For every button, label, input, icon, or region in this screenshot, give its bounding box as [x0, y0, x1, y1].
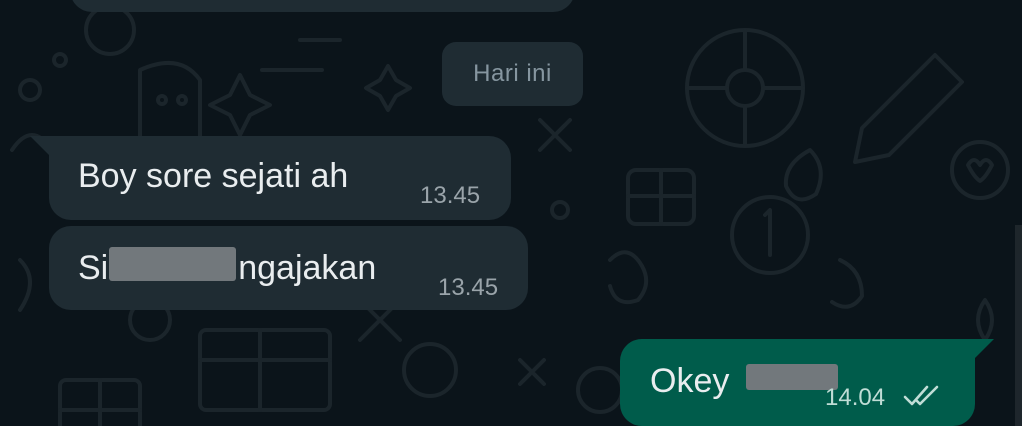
incoming-message[interactable]: Boy sore sejati ah 13.45: [49, 136, 511, 220]
message-time: 13.45: [438, 274, 499, 301]
message-text: Boy sore sejati ah: [78, 157, 349, 195]
message-text-suffix: ngajakan: [238, 249, 377, 287]
redaction-block: [109, 247, 236, 281]
incoming-message[interactable]: Si ngajakan 13.45: [49, 226, 528, 310]
message-text: Okey: [650, 362, 730, 400]
outgoing-message[interactable]: Okey 14.04: [620, 339, 975, 426]
message-time: 13.45: [420, 182, 481, 209]
message-text-prefix: Si: [78, 249, 109, 287]
date-separator-label: Hari ini: [473, 60, 552, 87]
double-check-icon: [903, 385, 939, 406]
previous-message-bubble: [70, 0, 575, 12]
message-time: 14.04: [825, 384, 886, 411]
date-separator: Hari ini: [442, 42, 583, 106]
scrollbar[interactable]: [1015, 225, 1022, 426]
